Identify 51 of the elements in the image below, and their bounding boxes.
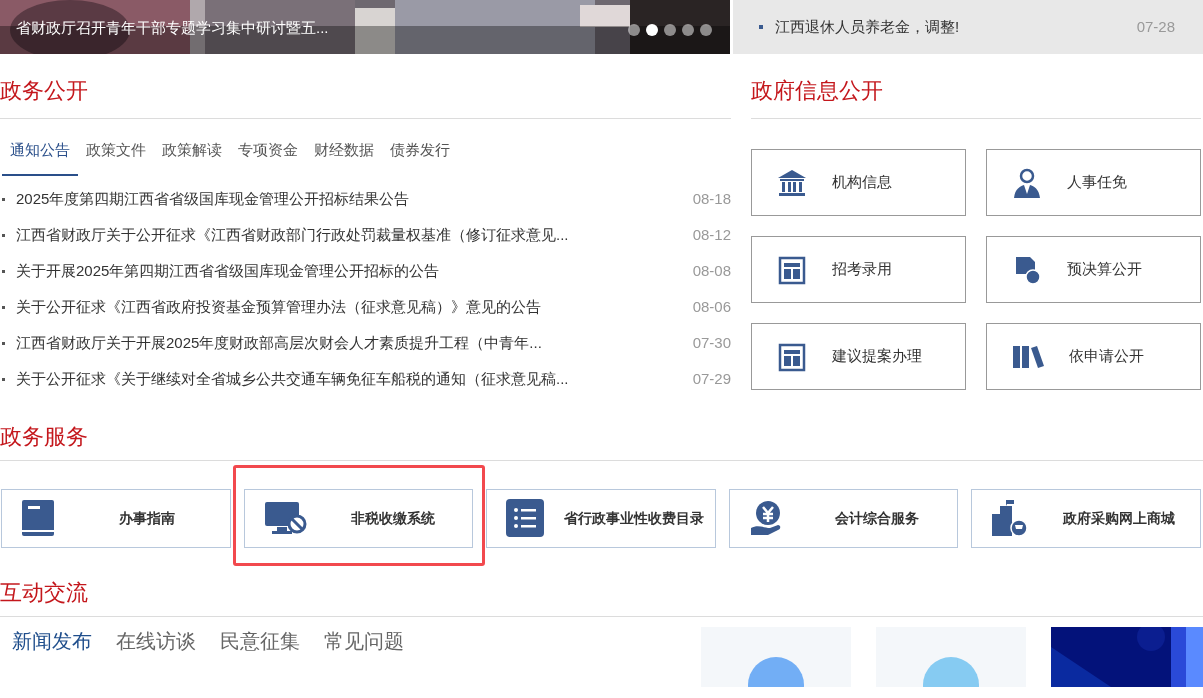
section-title: 政府信息公开	[751, 80, 884, 102]
news-link[interactable]: 关于开展2025年第四期江西省省级国库现金管理公开招标的公告	[16, 260, 687, 283]
tab[interactable]: 专项资金	[230, 139, 306, 176]
news-date: 08-18	[692, 189, 731, 210]
news-date: 08-06	[692, 297, 731, 318]
news-date: 07-29	[692, 369, 731, 390]
bullet-icon	[2, 198, 5, 201]
monitor-icon	[262, 500, 307, 536]
tab[interactable]: 新闻发布	[12, 628, 92, 653]
tab[interactable]: 政策文件	[78, 139, 154, 176]
bullet-icon	[2, 270, 5, 273]
info-link-button[interactable]: 预决算公开	[986, 236, 1201, 303]
news-link[interactable]: 关于公开征求《江西省政府投资基金预算管理办法（征求意见稿）》意见的公告	[16, 296, 687, 319]
service-button[interactable]: 办事指南	[1, 488, 231, 548]
news-link[interactable]: 关于公开征求《关于继续对全省城乡公共交通车辆免征车船税的通知（征求意见稿...	[16, 368, 687, 391]
news-date: 07-30	[692, 333, 731, 354]
tab[interactable]: 财经数据	[306, 139, 382, 176]
person-icon	[1011, 166, 1043, 199]
info-link-button[interactable]: 人事任免	[986, 149, 1201, 216]
section-title: 互动交流	[0, 581, 89, 604]
tab[interactable]: 民意征集	[220, 628, 300, 653]
bullet-icon	[2, 306, 5, 309]
bullet-icon	[2, 342, 5, 345]
section-title: 政务公开	[0, 80, 89, 102]
service-button[interactable]: 非税收缴系统	[243, 488, 474, 548]
tab[interactable]: 在线访谈	[116, 628, 196, 653]
tab[interactable]: 政策解读	[154, 139, 230, 176]
bullet-icon	[2, 234, 5, 237]
bullet-icon	[2, 378, 5, 381]
info-link-button[interactable]: 建议提案办理	[751, 323, 966, 390]
section-title: 政务服务	[0, 425, 89, 448]
news-link[interactable]: 江西省财政厅关于开展2025年度财政部高层次财会人才素质提升工程（中青年...	[16, 332, 687, 355]
service-button[interactable]: 会计综合服务	[728, 488, 959, 548]
tab[interactable]: 债券发行	[382, 139, 458, 176]
tab[interactable]: 通知公告	[2, 139, 78, 176]
info-link-button[interactable]: 招考录用	[751, 236, 966, 303]
tab[interactable]: 常见问题	[324, 628, 404, 653]
info-link-button[interactable]: 机构信息	[751, 149, 966, 216]
news-link[interactable]: 江西省财政厅关于公开征求《江西省财政部门行政处罚裁量权基准（修订征求意见...	[16, 224, 687, 247]
news-date: 07-28	[1136, 16, 1175, 37]
news-link[interactable]: 2025年度第四期江西省省级国库现金管理公开招标结果公告	[16, 188, 687, 211]
headline-link[interactable]: 江西退休人员养老金，调整!	[775, 15, 1137, 39]
bullet-icon	[759, 25, 763, 29]
book-icon	[20, 498, 56, 538]
list-icon	[505, 498, 546, 538]
service-button[interactable]: 省行政事业性收费目录	[486, 488, 716, 548]
info-link-button[interactable]: 依申请公开	[986, 323, 1201, 390]
service-button[interactable]: 政府采购网上商城	[971, 488, 1201, 548]
news-date: 08-12	[692, 225, 731, 246]
news-date: 08-08	[692, 261, 731, 282]
slide-caption[interactable]: 省财政厅召开青年干部专题学习集中研讨暨五...	[16, 20, 329, 35]
